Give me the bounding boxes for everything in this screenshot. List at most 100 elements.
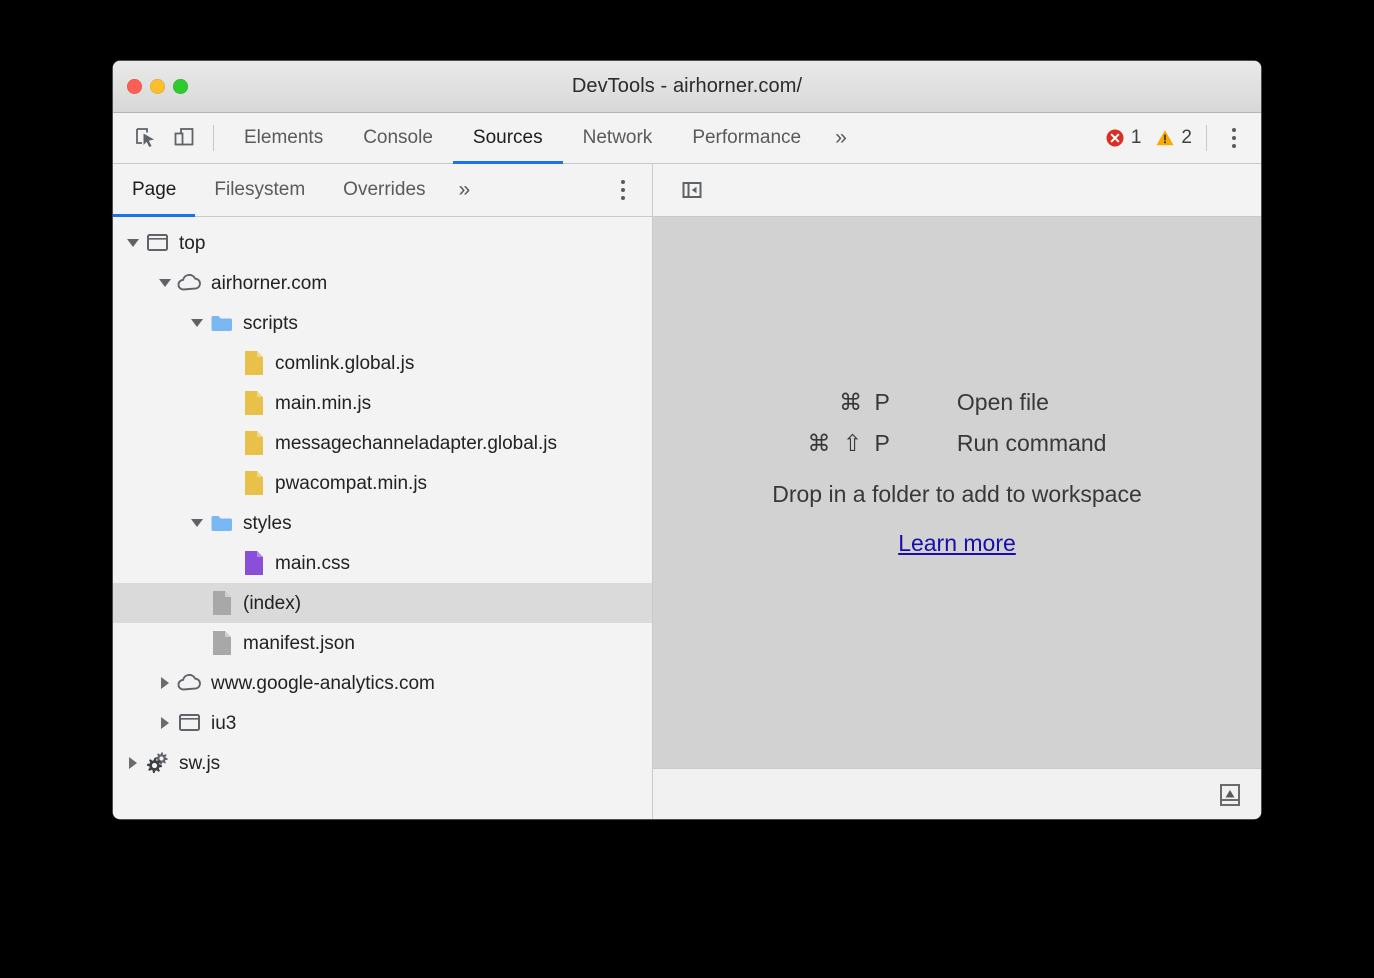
minimize-window-button[interactable] (150, 79, 165, 94)
tree-item-manifest-json[interactable]: manifest.json (113, 623, 652, 663)
tree-item-www-google-analytics-com[interactable]: www.google-analytics.com (113, 663, 652, 703)
cloud-icon (177, 673, 203, 693)
tab-performance-label: Performance (692, 127, 801, 149)
tree-item-label: pwacompat.min.js (275, 474, 427, 493)
close-window-button[interactable] (127, 79, 142, 94)
folder-icon (210, 314, 234, 333)
tree-item-pwacompat-min-js[interactable]: pwacompat.min.js (113, 463, 652, 503)
tab-performance[interactable]: Performance (672, 113, 821, 164)
tree-item-main-min-js[interactable]: main.min.js (113, 383, 652, 423)
device-toolbar-icon (172, 126, 196, 150)
chevron-double-right-icon: » (459, 178, 471, 202)
tree-item-messagechanneladapter-global-js[interactable]: messagechanneladapter.global.js (113, 423, 652, 463)
nav-tab-overrides-label: Overrides (343, 179, 425, 201)
editor-status-bar (653, 768, 1261, 819)
nav-tab-overrides[interactable]: Overrides (324, 164, 444, 216)
tab-console-label: Console (363, 127, 433, 149)
js-file-icon (243, 350, 265, 376)
triangle-glyph (191, 519, 203, 527)
cloud-icon (177, 273, 203, 293)
tab-sources[interactable]: Sources (453, 113, 563, 164)
editor-toolbar (653, 164, 1261, 217)
nav-tab-filesystem[interactable]: Filesystem (195, 164, 324, 216)
warning-counter[interactable]: 2 (1155, 127, 1192, 149)
more-navigator-tabs-button[interactable]: » (445, 164, 485, 216)
disclosure-triangle-expanded-icon[interactable] (185, 519, 209, 527)
disclosure-triangle-expanded-icon[interactable] (185, 319, 209, 327)
traffic-lights (127, 61, 188, 112)
tree-item-label: styles (243, 514, 292, 533)
toolbar-right-group: 1 2 (1105, 121, 1261, 155)
window-title: DevTools - airhorner.com/ (572, 75, 802, 98)
tree-item-label: main.min.js (275, 394, 371, 413)
error-count: 1 (1131, 127, 1142, 149)
tab-elements-label: Elements (244, 127, 323, 149)
zoom-window-button[interactable] (173, 79, 188, 94)
kebab-dot (1232, 128, 1236, 132)
navigator-menu-button[interactable] (608, 164, 638, 216)
learn-more-link[interactable]: Learn more (898, 530, 1016, 557)
tree-item-styles[interactable]: styles (113, 503, 652, 543)
nav-tab-page-label: Page (132, 179, 176, 201)
disclosure-triangle-collapsed-icon[interactable] (153, 677, 177, 689)
tree-item-label: comlink.global.js (275, 354, 414, 373)
tree-item-index[interactable]: (index) (113, 583, 652, 623)
inspect-element-icon (134, 126, 158, 150)
cloud-icon (177, 270, 203, 296)
tree-item-main-css[interactable]: main.css (113, 543, 652, 583)
devtools-main-toolbar: Elements Console Sources Network Perform… (113, 113, 1261, 164)
tree-item-label: top (179, 234, 205, 253)
disclosure-triangle-expanded-icon[interactable] (153, 279, 177, 287)
more-panels-button[interactable]: » (821, 113, 861, 164)
tree-item-sw-js[interactable]: sw.js (113, 743, 652, 783)
js-file-icon (243, 470, 265, 496)
show-drawer-icon (1217, 782, 1243, 808)
css-file-icon (243, 550, 265, 576)
customize-devtools-button[interactable] (1219, 121, 1249, 155)
disclosure-triangle-expanded-icon[interactable] (121, 239, 145, 247)
css-file-icon (241, 550, 267, 576)
shortcut-hints: ⌘ P Open file ⌘ ⇧ P Run command (808, 389, 1107, 457)
tab-network-label: Network (583, 127, 653, 149)
tab-elements[interactable]: Elements (224, 113, 343, 164)
error-counter[interactable]: 1 (1105, 127, 1142, 149)
devtools-body: Page Filesystem Overrides » top airhorner… (113, 164, 1261, 819)
folder-icon (210, 514, 234, 533)
run-command-shortcut-label: Run command (957, 430, 1107, 457)
doc-file-icon (209, 630, 235, 656)
tree-item-comlink-global-js[interactable]: comlink.global.js (113, 343, 652, 383)
kebab-dot (621, 188, 625, 192)
js-file-icon (241, 350, 267, 376)
triangle-glyph (161, 717, 169, 729)
tree-item-label: airhorner.com (211, 274, 327, 293)
disclosure-triangle-collapsed-icon[interactable] (121, 757, 145, 769)
tree-item-airhorner-com[interactable]: airhorner.com (113, 263, 652, 303)
nav-tab-page[interactable]: Page (113, 164, 195, 216)
tree-item-scripts[interactable]: scripts (113, 303, 652, 343)
tree-item-label: main.css (275, 554, 350, 573)
kebab-dot (621, 180, 625, 184)
cloud-icon (177, 670, 203, 696)
toolbar-divider (213, 125, 214, 151)
sources-navigator-panel: Page Filesystem Overrides » top airhorner… (113, 164, 653, 819)
show-drawer-button[interactable] (1213, 778, 1247, 812)
tree-item-label: scripts (243, 314, 298, 333)
error-icon (1105, 128, 1125, 148)
toggle-device-toolbar-button[interactable] (165, 119, 203, 157)
tree-item-iu3[interactable]: iu3 (113, 703, 652, 743)
disclosure-triangle-collapsed-icon[interactable] (153, 717, 177, 729)
tree-item-top[interactable]: top (113, 223, 652, 263)
triangle-glyph (161, 677, 169, 689)
nav-tab-filesystem-label: Filesystem (214, 179, 305, 201)
tree-item-label: (index) (243, 594, 301, 613)
frame-icon (145, 230, 171, 256)
open-file-shortcut-keys: ⌘ P (808, 389, 893, 416)
tab-console[interactable]: Console (343, 113, 453, 164)
kebab-menu-icon (608, 173, 638, 207)
js-file-icon (241, 470, 267, 496)
inspect-element-button[interactable] (127, 119, 165, 157)
tab-network[interactable]: Network (563, 113, 673, 164)
navigator-tab-list: Page Filesystem Overrides » (113, 164, 652, 217)
show-navigator-button[interactable] (673, 171, 711, 209)
tree-item-label: iu3 (211, 714, 236, 733)
